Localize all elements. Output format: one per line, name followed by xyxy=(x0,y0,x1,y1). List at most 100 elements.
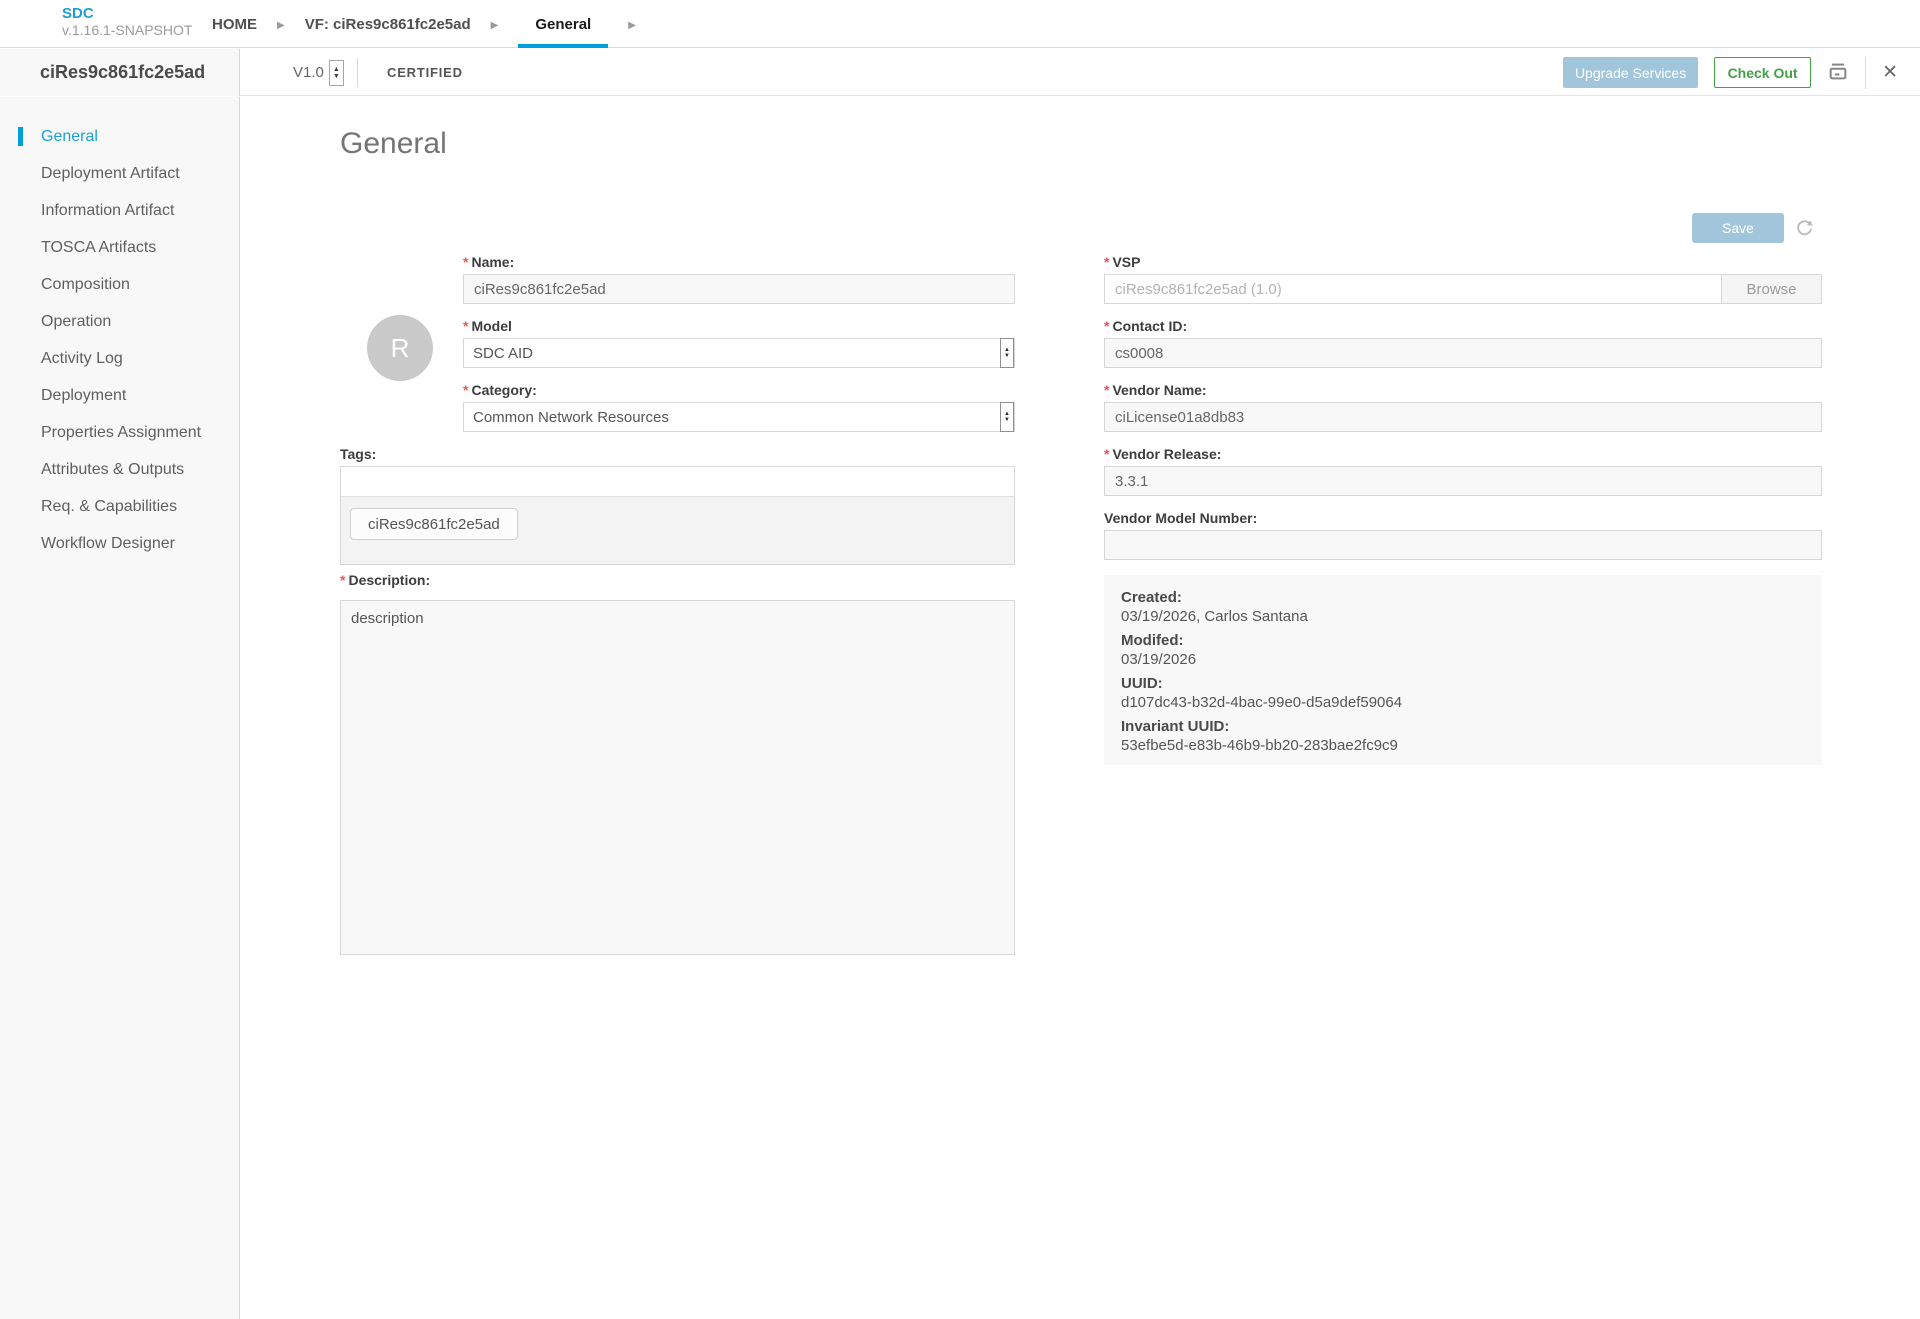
metadata-panel: Created: 03/19/2026, Carlos Santana Modi… xyxy=(1104,575,1822,765)
version-selector[interactable]: V1.0 ▲ ▼ xyxy=(293,49,344,96)
select-spinner-icon: ▲ ▼ xyxy=(1000,402,1014,432)
description-label: *Description: xyxy=(340,573,1015,592)
category-selected-value: Common Network Resources xyxy=(473,409,669,426)
form-right-column: *VSP Browse *Contact ID: *Vendor Name: *… xyxy=(1104,255,1822,765)
tags-input[interactable] xyxy=(341,467,1014,497)
upgrade-services-button[interactable]: Upgrade Services xyxy=(1563,57,1698,88)
title-actions: Upgrade Services Check Out ✕ xyxy=(1563,49,1898,96)
meta-label: Created: xyxy=(1121,588,1805,607)
description-textarea[interactable]: description xyxy=(340,600,1015,955)
close-icon: ✕ xyxy=(1882,61,1898,84)
required-marker: * xyxy=(463,254,468,270)
revert-button[interactable] xyxy=(1794,217,1815,241)
sidebar-item-deployment-artifact[interactable]: Deployment Artifact xyxy=(0,155,239,192)
sidebar: General Deployment Artifact Information … xyxy=(0,97,240,1319)
category-field: *Category: Common Network Resources ▲ ▼ xyxy=(463,383,1015,432)
meta-modified: Modifed: 03/19/2026 xyxy=(1121,631,1805,669)
sidebar-item-req-capabilities[interactable]: Req. & Capabilities xyxy=(0,488,239,525)
lifecycle-status-badge: CERTIFIED xyxy=(387,49,463,96)
category-select[interactable]: Common Network Resources ▲ ▼ xyxy=(463,402,1015,432)
sidebar-item-label: Properties Assignment xyxy=(41,424,201,442)
sidebar-item-tosca-artifacts[interactable]: TOSCA Artifacts xyxy=(0,229,239,266)
vendor-release-field: *Vendor Release: xyxy=(1104,447,1822,496)
required-marker: * xyxy=(340,572,345,588)
app-logo: SDC v.1.16.1-SNAPSHOT xyxy=(62,6,192,37)
sidebar-item-label: Req. & Capabilities xyxy=(41,498,177,516)
breadcrumb-general[interactable]: General xyxy=(518,0,608,48)
sidebar-item-general[interactable]: General xyxy=(0,118,239,155)
vendor-model-number-field: Vendor Model Number: xyxy=(1104,511,1822,560)
print-icon xyxy=(1827,60,1849,85)
sidebar-item-deployment[interactable]: Deployment xyxy=(0,377,239,414)
save-button[interactable]: Save xyxy=(1692,213,1784,243)
tags-field: Tags: ciRes9c861fc2e5ad xyxy=(340,447,1015,565)
required-marker: * xyxy=(1104,382,1109,398)
meta-value: 03/19/2026, Carlos Santana xyxy=(1121,607,1805,626)
vendor-name-input[interactable] xyxy=(1104,402,1822,432)
meta-value: 03/19/2026 xyxy=(1121,650,1805,669)
required-marker: * xyxy=(1104,254,1109,270)
contact-id-field: *Contact ID: xyxy=(1104,319,1822,368)
model-selected-value: SDC AID xyxy=(473,345,533,362)
logo-title: SDC xyxy=(62,6,192,21)
name-input[interactable] xyxy=(463,274,1015,304)
description-field: *Description: description xyxy=(340,573,1015,960)
vendor-release-label: *Vendor Release: xyxy=(1104,447,1822,466)
sidebar-item-label: Information Artifact xyxy=(41,202,174,220)
sidebar-item-information-artifact[interactable]: Information Artifact xyxy=(0,192,239,229)
sidebar-item-operation[interactable]: Operation xyxy=(0,303,239,340)
browse-button[interactable]: Browse xyxy=(1721,275,1821,303)
sidebar-item-composition[interactable]: Composition xyxy=(0,266,239,303)
vendor-release-input[interactable] xyxy=(1104,466,1822,496)
vsp-field: *VSP Browse xyxy=(1104,255,1822,304)
model-field: *Model SDC AID ▲ ▼ xyxy=(463,319,1015,368)
resource-avatar: R xyxy=(367,315,433,381)
tags-label: Tags: xyxy=(340,447,1015,466)
tag-chip[interactable]: ciRes9c861fc2e5ad xyxy=(350,508,518,540)
meta-value: d107dc43-b32d-4bac-99e0-d5a9def59064 xyxy=(1121,693,1805,712)
select-spinner-icon: ▲ ▼ xyxy=(1000,338,1014,368)
chevron-right-icon: ▶ xyxy=(491,0,499,48)
contact-id-input[interactable] xyxy=(1104,338,1822,368)
meta-value: 53efbe5d-e83b-46b9-bb20-283bae2fc9c9 xyxy=(1121,736,1805,755)
active-indicator xyxy=(18,127,23,146)
required-marker: * xyxy=(1104,446,1109,462)
close-button[interactable]: ✕ xyxy=(1882,61,1898,84)
sidebar-item-label: Workflow Designer xyxy=(41,535,175,553)
breadcrumb: HOME ▶ VF: ciRes9c861fc2e5ad ▶ General ▶ xyxy=(212,0,656,48)
breadcrumb-vf[interactable]: VF: ciRes9c861fc2e5ad xyxy=(305,0,471,48)
sidebar-item-activity-log[interactable]: Activity Log xyxy=(0,340,239,377)
sidebar-item-properties-assignment[interactable]: Properties Assignment xyxy=(0,414,239,451)
required-marker: * xyxy=(463,382,468,398)
page-title: General xyxy=(340,127,447,161)
vendor-model-number-input[interactable] xyxy=(1104,530,1822,560)
spinner-down-icon: ▼ xyxy=(333,73,340,80)
vsp-input[interactable] xyxy=(1105,275,1721,303)
model-select[interactable]: SDC AID ▲ ▼ xyxy=(463,338,1015,368)
version-spinner[interactable]: ▲ ▼ xyxy=(329,60,344,86)
breadcrumb-vf-label: VF: ciRes9c861fc2e5ad xyxy=(305,16,471,33)
meta-label: Modifed: xyxy=(1121,631,1805,650)
model-label: *Model xyxy=(463,319,1015,338)
tags-box: ciRes9c861fc2e5ad xyxy=(340,466,1015,565)
contact-id-label: *Contact ID: xyxy=(1104,319,1822,338)
logo-version: v.1.16.1-SNAPSHOT xyxy=(62,23,192,37)
sidebar-item-label: Composition xyxy=(41,276,130,294)
divider xyxy=(357,58,358,87)
meta-uuid: UUID: d107dc43-b32d-4bac-99e0-d5a9def590… xyxy=(1121,674,1805,712)
vsp-label: *VSP xyxy=(1104,255,1822,274)
sidebar-item-attributes-outputs[interactable]: Attributes & Outputs xyxy=(0,451,239,488)
meta-label: Invariant UUID: xyxy=(1121,717,1805,736)
sidebar-item-label: TOSCA Artifacts xyxy=(41,239,156,257)
breadcrumb-general-label: General xyxy=(535,16,591,33)
sdc-app: SDC v.1.16.1-SNAPSHOT HOME ▶ VF: ciRes9c… xyxy=(0,0,1920,1319)
sidebar-item-label: Activity Log xyxy=(41,350,123,368)
print-button[interactable] xyxy=(1827,60,1849,85)
resource-name-panel: ciRes9c861fc2e5ad xyxy=(0,49,240,96)
breadcrumb-home[interactable]: HOME xyxy=(212,0,257,48)
sidebar-item-workflow-designer[interactable]: Workflow Designer xyxy=(0,525,239,562)
chevron-right-icon: ▶ xyxy=(277,0,285,48)
sidebar-item-label: Operation xyxy=(41,313,111,331)
check-out-button[interactable]: Check Out xyxy=(1714,57,1811,88)
sidebar-item-label: General xyxy=(41,128,98,146)
